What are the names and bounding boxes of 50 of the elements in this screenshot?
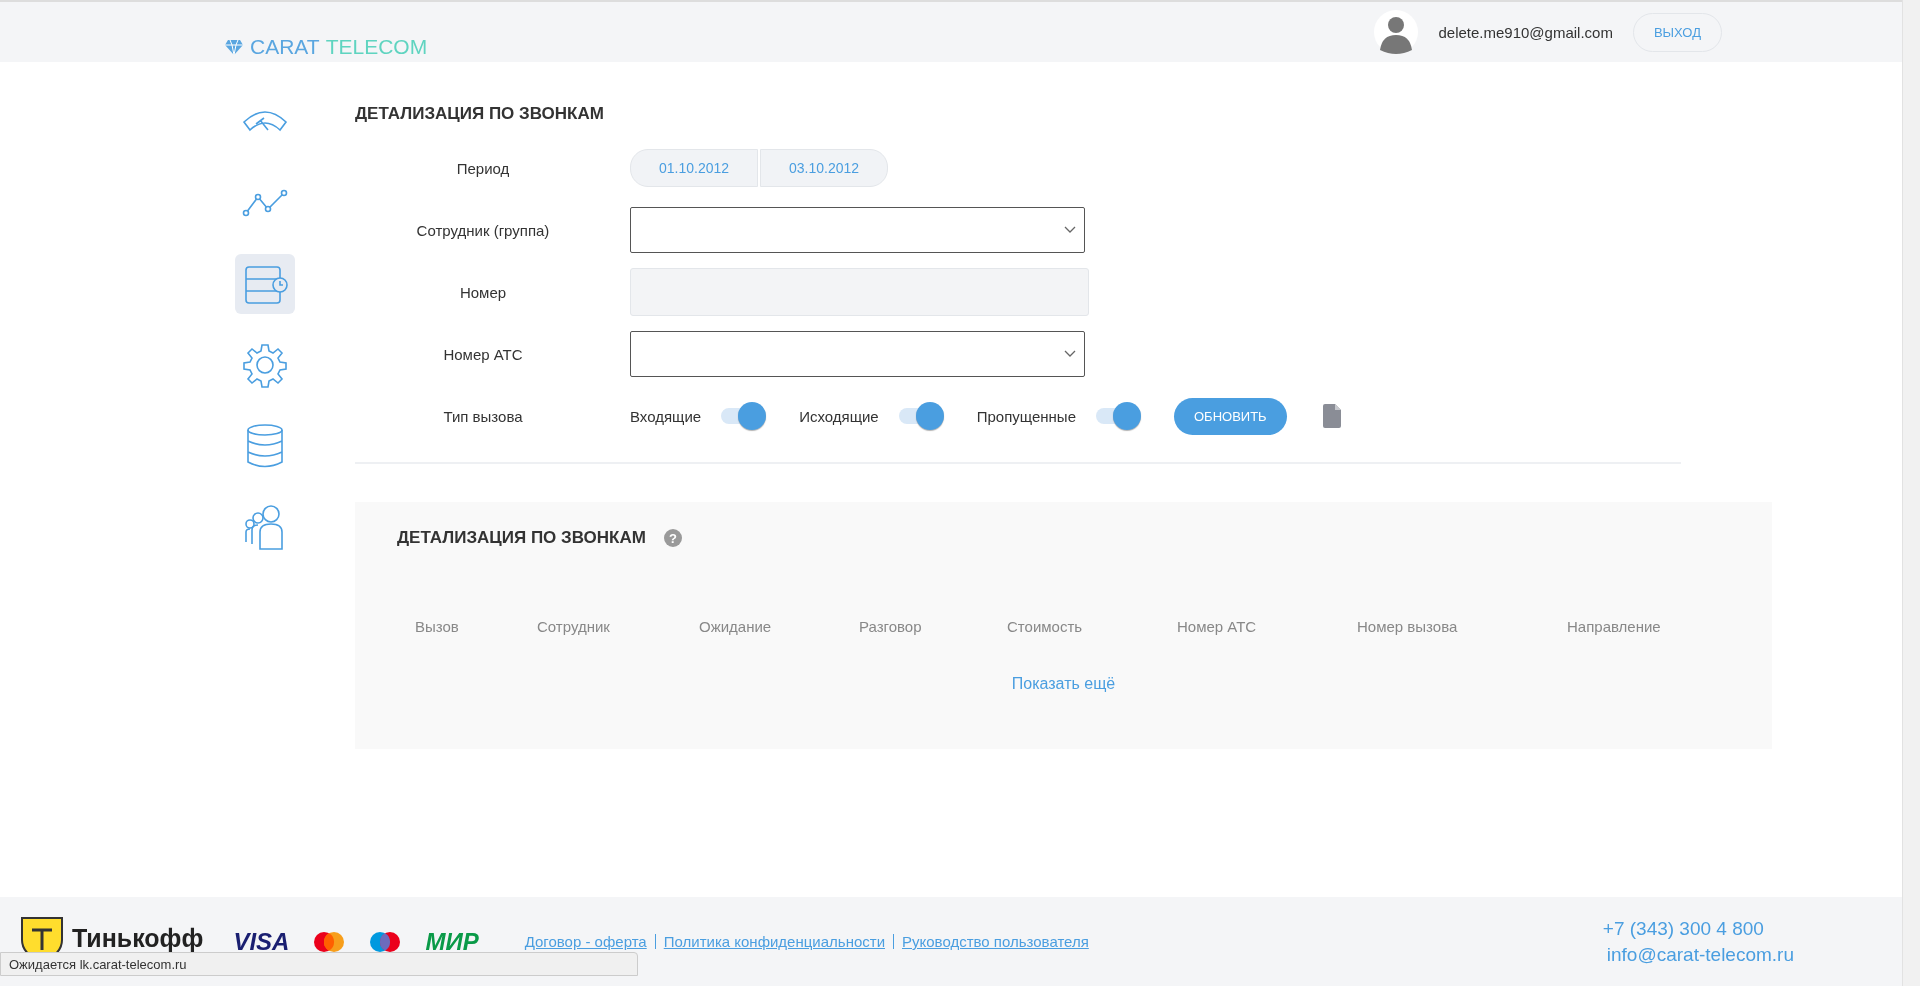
field-label: Номер АТС xyxy=(442,345,524,363)
logo-text: TELECOM xyxy=(325,35,428,59)
refresh-button[interactable]: ОБНОВИТЬ xyxy=(1174,397,1287,435)
sidebar-item[interactable] xyxy=(234,254,295,314)
footer-link[interactable]: Политика конфиденциальности xyxy=(663,933,885,950)
database-icon xyxy=(244,423,285,469)
field-label: Номер xyxy=(458,283,508,301)
date-from-field[interactable]: 01.10.2012 xyxy=(630,149,758,187)
date-to-field[interactable]: 03.10.2012 xyxy=(760,149,888,187)
settings-icon xyxy=(241,342,288,388)
column-header: Разговор xyxy=(859,618,923,635)
status-bar: Ожидается lk.carat-telecom.ru xyxy=(0,952,638,976)
column-header: Стоимость xyxy=(1007,618,1084,635)
phone-number: +7 (343) 300 4 800 xyxy=(1602,917,1765,940)
mastercard-logo xyxy=(313,930,346,953)
field-label: Период xyxy=(455,159,511,177)
show-more-link[interactable]: Показать ещё xyxy=(1011,675,1116,693)
avatar-icon xyxy=(1374,10,1419,54)
toggle-switch[interactable] xyxy=(719,401,768,431)
help-icon[interactable]: ? xyxy=(663,529,682,547)
employee-select[interactable] xyxy=(630,207,1085,253)
report-title: ДЕТАЛИЗАЦИЯ ПО ЗВОНКАМ xyxy=(397,528,646,548)
pbx-select[interactable] xyxy=(630,331,1085,377)
column-header: Ожидание xyxy=(699,618,773,635)
page-title: ДЕТАЛИЗАЦИЯ ПО ЗВОНКАМ xyxy=(355,104,605,124)
maestro-logo xyxy=(369,930,402,953)
logo-text: CARAT xyxy=(250,35,320,59)
toggle-switch[interactable] xyxy=(1094,401,1142,431)
toggle-label: Пропущенные xyxy=(976,407,1076,425)
bank-name: Тинькофф xyxy=(72,924,204,953)
toggle-label: Исходящие xyxy=(799,407,879,425)
column-header: Номер АТС xyxy=(1177,618,1258,635)
footer-link[interactable]: Руководство пользователя xyxy=(902,933,1089,950)
field-label: Тип вызова xyxy=(442,407,524,425)
user-email: delete.me910@gmail.com xyxy=(1438,23,1613,41)
chevron-down-icon xyxy=(1064,226,1076,234)
line-chart-icon xyxy=(241,189,288,217)
column-header: Номер вызова xyxy=(1357,618,1459,635)
column-header: Сотрудник xyxy=(537,618,611,635)
logout-button[interactable]: ВЫХОД xyxy=(1632,12,1722,52)
users-icon xyxy=(243,504,286,550)
toggle-label: Входящие xyxy=(630,407,702,425)
diamond-icon xyxy=(224,38,244,56)
column-header: Вызов xyxy=(415,618,460,635)
contact-email: info@carat-telecom.ru xyxy=(1606,943,1794,966)
footer-link[interactable]: Договор - оферта xyxy=(524,933,647,950)
field-label: Сотрудник (группа) xyxy=(415,221,551,239)
chevron-down-icon xyxy=(1064,350,1076,358)
column-header: Направление xyxy=(1567,618,1662,635)
document-icon[interactable] xyxy=(1322,404,1341,428)
